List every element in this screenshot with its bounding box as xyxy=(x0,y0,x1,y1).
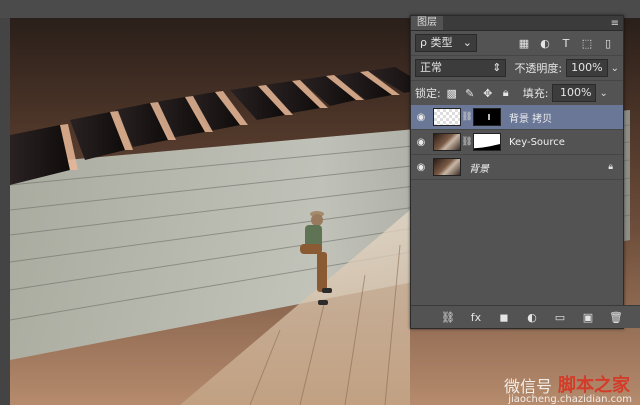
layer-name: 背景 xyxy=(469,163,489,175)
layers-panel-footer: ⛓ fx ◼ ◐ ▭ ▣ 🗑︎ xyxy=(411,305,640,328)
layer-item-background-copy[interactable]: ◉ ⛓ 背景 拷贝 xyxy=(411,105,623,130)
layer-item-background[interactable]: ◉ 背景 🔒︎ xyxy=(411,155,623,180)
lock-position-icon[interactable]: ✥ xyxy=(481,86,495,100)
panel-header: 图层 ≡ xyxy=(411,16,623,31)
fill-dropdown-icon[interactable]: ⌄ xyxy=(599,88,607,99)
blend-mode-dropdown[interactable]: 正常 ⇕ xyxy=(415,59,507,77)
panel-menu-icon[interactable]: ≡ xyxy=(611,18,619,29)
blend-row: 正常 ⇕ 不透明度: 100% ⌄ xyxy=(411,56,623,81)
layer-thumbnail xyxy=(433,158,461,176)
mask-link-icon[interactable]: ⛓ xyxy=(461,109,472,125)
opacity-label: 不透明度: xyxy=(514,62,563,75)
new-group-icon[interactable]: ▭ xyxy=(553,311,567,324)
opacity-input[interactable]: 100% xyxy=(566,59,608,77)
layers-panel: 图层 ≡ ρ 类型 ⌄ ▦ ◐ T ⬚ ▯ 正常 ⇕ 不透明度: 100% ⌄ … xyxy=(410,15,640,329)
layer-style-fx-icon[interactable]: fx xyxy=(469,311,483,324)
layer-name: 背景 拷贝 xyxy=(509,113,553,125)
visibility-eye-icon[interactable]: ◉ xyxy=(413,159,429,175)
filter-kind-dropdown[interactable]: ρ 类型 ⌄ xyxy=(415,34,477,52)
blend-mode-value: 正常 xyxy=(420,61,442,74)
fill-input[interactable]: 100% xyxy=(552,84,597,102)
delete-layer-icon[interactable]: 🗑︎ xyxy=(609,311,623,324)
layers-tab[interactable]: 图层 xyxy=(411,16,443,30)
lock-row: 锁定: ▩ ✎ ✥ 🔒︎ 填充: 100% ⌄ xyxy=(411,81,623,106)
layers-list: ◉ ⛓ 背景 拷贝 ◉ ⛓ Key-Source ◉ 背景 🔒︎ xyxy=(411,105,623,180)
new-adjustment-layer-icon[interactable]: ◐ xyxy=(525,311,539,324)
smart-object-filter-icon[interactable]: ▯ xyxy=(601,36,615,50)
layer-thumbnail xyxy=(433,133,461,151)
new-layer-icon[interactable]: ▣ xyxy=(581,311,595,324)
dropdown-arrow-icon: ⇕ xyxy=(492,61,502,74)
visibility-eye-icon[interactable]: ◉ xyxy=(413,134,429,150)
lock-transparent-pixels-icon[interactable]: ▩ xyxy=(445,86,459,100)
pixel-layer-filter-icon[interactable]: ▦ xyxy=(517,36,531,50)
filter-kind-label: ρ 类型 xyxy=(420,36,453,49)
watermark-url: jiaocheng.chazidian.com xyxy=(508,394,632,405)
shape-layer-filter-icon[interactable]: ⬚ xyxy=(580,36,594,50)
mask-link-icon[interactable]: ⛓ xyxy=(461,134,472,150)
opacity-dropdown-icon[interactable]: ⌄ xyxy=(611,63,619,74)
visibility-eye-icon[interactable]: ◉ xyxy=(413,109,429,125)
filter-row: ρ 类型 ⌄ ▦ ◐ T ⬚ ▯ xyxy=(411,31,623,56)
filter-icons: ▦ ◐ T ⬚ ▯ xyxy=(517,36,615,50)
layer-lock-icon: 🔒︎ xyxy=(608,162,613,172)
type-layer-filter-icon[interactable]: T xyxy=(559,36,573,50)
dropdown-arrow-icon: ⌄ xyxy=(462,36,472,49)
link-layers-icon[interactable]: ⛓ xyxy=(441,311,455,324)
layer-mask-thumbnail[interactable] xyxy=(473,108,501,126)
lock-image-pixels-icon[interactable]: ✎ xyxy=(463,86,477,100)
fill-value: 100% xyxy=(559,86,592,99)
adjustment-layer-filter-icon[interactable]: ◐ xyxy=(538,36,552,50)
layer-item-key-source[interactable]: ◉ ⛓ Key-Source xyxy=(411,130,623,155)
lock-label: 锁定: xyxy=(415,87,441,100)
add-mask-icon[interactable]: ◼ xyxy=(497,311,511,324)
opacity-value: 100% xyxy=(571,61,603,74)
layer-mask-thumbnail[interactable] xyxy=(473,133,501,151)
layer-thumbnail xyxy=(433,108,461,126)
lock-all-icon[interactable]: 🔒︎ xyxy=(499,86,513,100)
fill-label: 填充: xyxy=(522,87,549,100)
layer-name: Key-Source xyxy=(509,136,565,148)
